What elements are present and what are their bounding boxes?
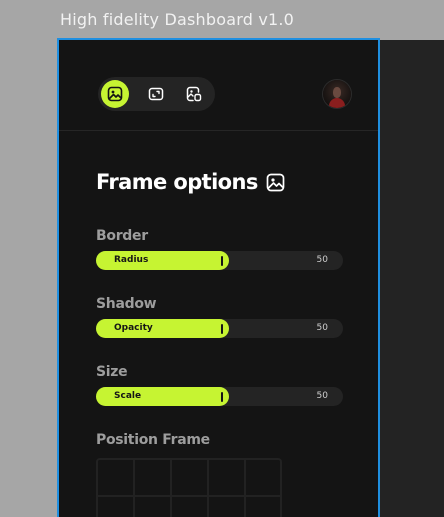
expand-frame-icon (148, 87, 164, 101)
image-icon (266, 173, 285, 191)
opacity-slider[interactable]: Opacity 50 (96, 319, 343, 338)
frame-name-label: High fidelity Dashboard v1.0 (60, 10, 295, 29)
image-icon (107, 86, 123, 102)
position-cell[interactable] (209, 497, 246, 517)
shadow-label: Shadow (96, 296, 157, 312)
position-cell[interactable] (135, 460, 172, 497)
tool-switcher (98, 77, 215, 111)
scale-slider-label: Scale (114, 391, 142, 401)
position-frame-label: Position Frame (96, 432, 210, 448)
position-cell[interactable] (135, 497, 172, 517)
tool-expand-button[interactable] (142, 80, 170, 108)
adjacent-frame (378, 40, 444, 517)
position-cell[interactable] (246, 460, 280, 497)
border-label: Border (96, 228, 148, 244)
position-cell[interactable] (172, 497, 209, 517)
scale-slider-fill: Scale (96, 387, 230, 406)
tool-crop-button[interactable] (180, 80, 208, 108)
image-crop-icon (186, 86, 202, 102)
opacity-slider-label: Opacity (114, 323, 153, 333)
panel-title-text: Frame options (96, 170, 258, 194)
header-divider (59, 130, 378, 131)
panel-title: Frame options (96, 170, 285, 194)
position-grid (96, 458, 282, 517)
position-cell[interactable] (172, 460, 209, 497)
size-label: Size (96, 364, 128, 380)
opacity-slider-fill: Opacity (96, 319, 230, 338)
radius-slider-fill: Radius (96, 251, 230, 270)
user-avatar[interactable] (323, 80, 351, 108)
position-cell[interactable] (98, 460, 135, 497)
radius-slider[interactable]: Radius 50 (96, 251, 343, 270)
opacity-value: 50 (316, 323, 328, 333)
tool-image-button[interactable] (101, 80, 129, 108)
radius-slider-label: Radius (114, 255, 149, 265)
scale-value: 50 (316, 391, 328, 401)
scale-slider[interactable]: Scale 50 (96, 387, 343, 406)
radius-value: 50 (316, 255, 328, 265)
position-cell[interactable] (246, 497, 280, 517)
position-cell[interactable] (209, 460, 246, 497)
position-cell[interactable] (98, 497, 135, 517)
dashboard-frame: Frame options Border Radius 50 Shadow Op… (57, 38, 380, 517)
